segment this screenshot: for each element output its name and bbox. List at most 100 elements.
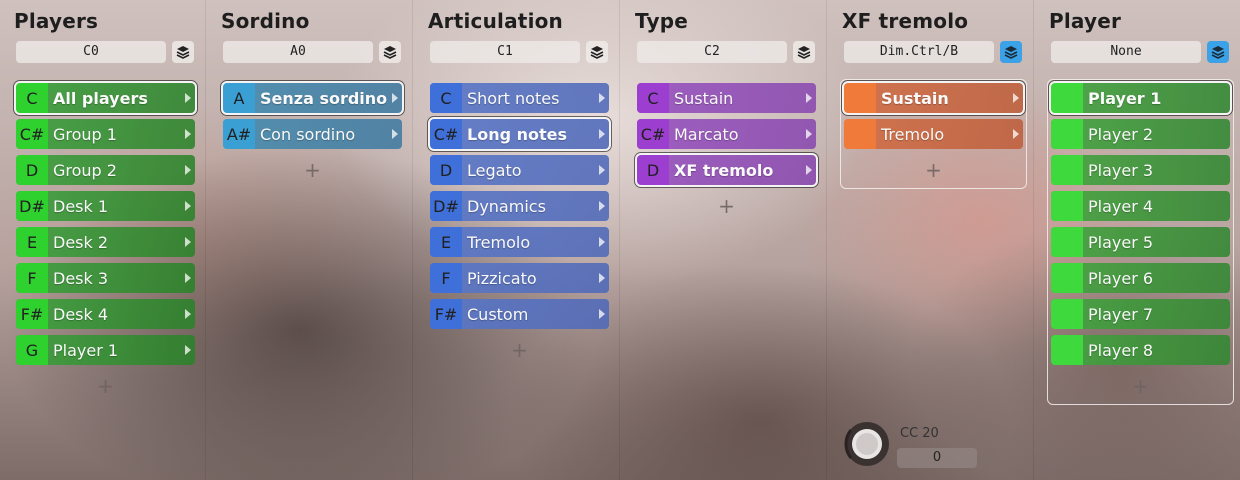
list-item[interactable]: C All players — [14, 81, 197, 115]
item-label: XF tremolo — [674, 160, 774, 180]
list-item[interactable]: D Legato — [430, 155, 609, 185]
list-item[interactable]: C# Marcato — [637, 119, 816, 149]
layers-button[interactable] — [379, 41, 401, 63]
chevron-right-icon[interactable] — [185, 345, 191, 355]
key-label: D — [16, 155, 48, 185]
key-label: C# — [16, 119, 48, 149]
trigger-note-field[interactable]: C2 — [637, 41, 787, 63]
color-swatch — [1051, 83, 1083, 113]
list-item[interactable]: C Short notes — [430, 83, 609, 113]
key-label: C — [430, 83, 462, 113]
list-item[interactable]: A# Con sordino — [223, 119, 402, 149]
key-label: F — [430, 263, 462, 293]
list-item[interactable]: Player 2 — [1051, 119, 1230, 149]
chevron-right-icon[interactable] — [806, 93, 812, 103]
list-item[interactable]: Player 7 — [1051, 299, 1230, 329]
list-item[interactable]: Player 6 — [1051, 263, 1230, 293]
trigger-note-field[interactable]: None — [1051, 41, 1201, 63]
list-item[interactable]: D XF tremolo — [635, 153, 818, 187]
add-item-button[interactable]: + — [844, 158, 1023, 182]
list-item[interactable]: C# Long notes — [428, 117, 611, 151]
chevron-right-icon[interactable] — [599, 165, 605, 175]
item-label: Player 2 — [1088, 124, 1154, 144]
add-item-button[interactable]: + — [1051, 374, 1230, 398]
list-item[interactable]: Player 5 — [1051, 227, 1230, 257]
column-xf-tremolo: XF tremolo Dim.Ctrl/B Sustain Tremolo + — [828, 0, 1034, 480]
key-label: F# — [16, 299, 48, 329]
key-label: D — [637, 155, 669, 185]
list-item[interactable]: F# Desk 4 — [16, 299, 195, 329]
chevron-right-icon[interactable] — [1013, 93, 1019, 103]
color-swatch — [1051, 191, 1083, 221]
chevron-right-icon[interactable] — [185, 237, 191, 247]
add-item-button[interactable]: + — [637, 194, 816, 218]
chevron-right-icon[interactable] — [599, 129, 605, 139]
list-item[interactable]: E Tremolo — [430, 227, 609, 257]
key-label: E — [430, 227, 462, 257]
list-item[interactable]: Sustain — [842, 81, 1025, 115]
item-label: Group 2 — [53, 160, 117, 180]
item-label: Legato — [467, 160, 522, 180]
trigger-note-field[interactable]: Dim.Ctrl/B — [844, 41, 994, 63]
item-label: Senza sordino — [260, 88, 388, 108]
list-item[interactable]: C Sustain — [637, 83, 816, 113]
column-title: XF tremolo — [842, 9, 969, 33]
add-item-button[interactable]: + — [16, 374, 195, 398]
chevron-right-icon[interactable] — [392, 129, 398, 139]
list-item[interactable]: Tremolo — [844, 119, 1023, 149]
chevron-right-icon[interactable] — [599, 237, 605, 247]
list-item[interactable]: Player 3 — [1051, 155, 1230, 185]
list-item[interactable]: F Pizzicato — [430, 263, 609, 293]
layers-icon — [590, 46, 604, 59]
add-item-button[interactable]: + — [223, 158, 402, 182]
list-item[interactable]: Player 1 — [1049, 81, 1232, 115]
layers-button[interactable] — [586, 41, 608, 63]
item-label: Player 3 — [1088, 160, 1154, 180]
chevron-right-icon[interactable] — [185, 309, 191, 319]
item-label: All players — [53, 88, 148, 108]
chevron-right-icon[interactable] — [185, 165, 191, 175]
list-item[interactable]: E Desk 2 — [16, 227, 195, 257]
list-item[interactable]: D# Desk 1 — [16, 191, 195, 221]
trigger-note-field[interactable]: C0 — [16, 41, 166, 63]
chevron-right-icon[interactable] — [185, 273, 191, 283]
chevron-right-icon[interactable] — [185, 93, 191, 103]
item-label: Short notes — [467, 88, 560, 108]
key-label: D — [430, 155, 462, 185]
chevron-right-icon[interactable] — [1013, 129, 1019, 139]
list-item[interactable]: G Player 1 — [16, 335, 195, 365]
layers-button[interactable] — [793, 41, 815, 63]
chevron-right-icon[interactable] — [599, 309, 605, 319]
chevron-right-icon[interactable] — [185, 201, 191, 211]
trigger-note-field[interactable]: A0 — [223, 41, 373, 63]
key-label: F — [16, 263, 48, 293]
chevron-right-icon[interactable] — [806, 165, 812, 175]
item-label: Desk 4 — [53, 304, 109, 324]
layers-button[interactable] — [1000, 41, 1022, 63]
list-item[interactable]: D# Dynamics — [430, 191, 609, 221]
key-label: C — [637, 83, 669, 113]
list-item[interactable]: A Senza sordino — [221, 81, 404, 115]
list-item[interactable]: F Desk 3 — [16, 263, 195, 293]
trigger-note-field[interactable]: C1 — [430, 41, 580, 63]
add-item-button[interactable]: + — [430, 338, 609, 362]
layers-button[interactable] — [172, 41, 194, 63]
chevron-right-icon[interactable] — [599, 93, 605, 103]
layers-button[interactable] — [1207, 41, 1229, 63]
list-item[interactable]: F# Custom — [430, 299, 609, 329]
cc-value-field[interactable]: 0 — [897, 448, 977, 468]
column-players: Players C0 C All players C# Group 1 D Group… — [0, 0, 206, 480]
key-label: A# — [223, 119, 255, 149]
chevron-right-icon[interactable] — [806, 129, 812, 139]
key-label: F# — [430, 299, 462, 329]
chevron-right-icon[interactable] — [392, 93, 398, 103]
knob-icon[interactable] — [843, 420, 891, 468]
list-item[interactable]: Player 8 — [1051, 335, 1230, 365]
list-item[interactable]: C# Group 1 — [16, 119, 195, 149]
key-label: C# — [637, 119, 669, 149]
chevron-right-icon[interactable] — [185, 129, 191, 139]
chevron-right-icon[interactable] — [599, 201, 605, 211]
list-item[interactable]: D Group 2 — [16, 155, 195, 185]
chevron-right-icon[interactable] — [599, 273, 605, 283]
list-item[interactable]: Player 4 — [1051, 191, 1230, 221]
